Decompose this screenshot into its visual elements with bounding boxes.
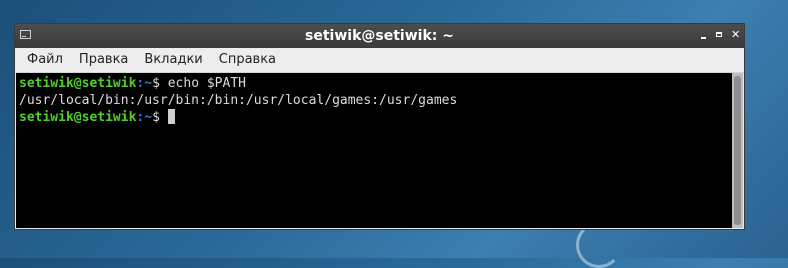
- scrollbar-thumb[interactable]: [734, 76, 741, 225]
- window-title: setiwik@setiwik: ~: [305, 28, 454, 44]
- vertical-scrollbar[interactable]: [732, 73, 743, 228]
- terminal-output[interactable]: setiwik@setiwik:~$ echo $PATH/usr/local/…: [16, 73, 732, 228]
- menu-tabs[interactable]: Вкладки: [136, 49, 210, 71]
- prompt-user: setiwik@setiwik: [19, 76, 137, 91]
- menu-file[interactable]: Файл: [19, 49, 71, 71]
- menu-bar: Файл Правка Вкладки Справка: [15, 48, 744, 73]
- terminal-line-output: /usr/local/bin:/usr/bin:/bin:/usr/local/…: [19, 93, 458, 108]
- prompt-user-2: setiwik@setiwik: [19, 110, 137, 125]
- maximize-icon[interactable]: [715, 29, 724, 41]
- prompt-symbol: $: [152, 76, 160, 91]
- terminal-line-prompt: setiwik@setiwik:~$: [19, 109, 729, 126]
- prompt-path: ~: [144, 76, 153, 91]
- command-text: echo $PATH: [167, 76, 246, 91]
- menu-edit[interactable]: Правка: [71, 49, 136, 71]
- prompt-path-2: ~: [144, 110, 153, 125]
- close-icon[interactable]: ✕: [731, 29, 740, 41]
- title-bar[interactable]: setiwik@setiwik: ~ ✕: [15, 24, 744, 48]
- prompt-symbol-2: $: [152, 110, 160, 125]
- menu-help[interactable]: Справка: [211, 49, 284, 71]
- terminal-window: setiwik@setiwik: ~ ✕ Файл Правка Вкладки…: [14, 23, 745, 230]
- minimize-icon[interactable]: [699, 29, 708, 41]
- text-cursor: [167, 109, 175, 124]
- window-controls: ✕: [699, 29, 740, 41]
- terminal-line-command: setiwik@setiwik:~$ echo $PATH: [19, 75, 729, 92]
